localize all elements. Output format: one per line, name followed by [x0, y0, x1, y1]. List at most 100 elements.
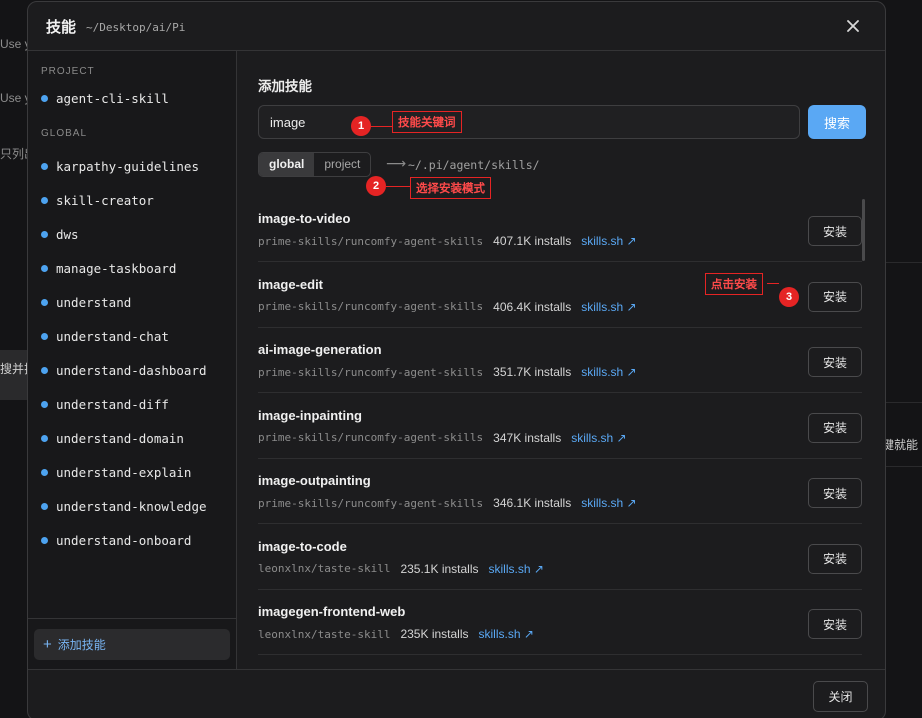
- install-button[interactable]: 安装: [808, 216, 862, 246]
- skill-source: leonxlnx/taste-skill: [258, 562, 391, 575]
- add-skill-panel: 添加技能 搜索 1 技能关键词 global project ⟶ ~/.pi/a…: [238, 51, 885, 669]
- sidebar-item-label: agent-cli-skill: [56, 90, 169, 106]
- panel-title: 添加技能: [258, 79, 312, 94]
- install-button[interactable]: 安装: [808, 412, 862, 443]
- skill-source: leonxlnx/taste-skill: [258, 627, 391, 641]
- annotation-badge-3: 3: [779, 287, 799, 307]
- sidebar-item-label: understand-chat: [56, 328, 169, 344]
- sidebar-item-skill-creator[interactable]: skill-creator: [41, 190, 154, 210]
- install-button[interactable]: 安装: [808, 347, 862, 377]
- install-count: 347K installs: [493, 430, 562, 445]
- section-label-global: GLOBAL: [41, 128, 88, 139]
- skill-meta: prime-skills/runcomfy-agent-skills 346.1K…: [258, 496, 637, 510]
- install-count: 351.7K installs: [493, 365, 572, 379]
- install-button[interactable]: 安装: [808, 543, 862, 574]
- modal-path: ~/Desktop/ai/Pi: [86, 20, 186, 34]
- skills-sh-link[interactable]: skills.sh ↗: [581, 234, 636, 248]
- sidebar-footer: + 添加技能: [28, 618, 237, 669]
- install-button[interactable]: 安装: [808, 478, 862, 508]
- add-skill-button[interactable]: + 添加技能: [34, 629, 230, 660]
- status-dot: [41, 502, 48, 510]
- result-row: image-outpainting prime-skills/runcomfy-a…: [258, 459, 862, 524]
- install-button[interactable]: 安装: [808, 281, 862, 312]
- arrow-right-icon: ⟶: [386, 155, 407, 171]
- skill-source: prime-skills/runcomfy-agent-skills: [258, 234, 484, 248]
- sidebar-item-label: understand-knowledge: [56, 498, 207, 514]
- annotation-line: [386, 186, 410, 187]
- skill-source: prime-skills/runcomfy-agent-skills: [258, 431, 484, 444]
- install-count: 346.1K installs: [493, 496, 572, 510]
- skill-meta: leonxlnx/taste-skill 235.1K installs skill…: [258, 562, 544, 576]
- add-skill-label: 添加技能: [57, 638, 106, 652]
- skill-source: prime-skills/runcomfy-agent-skills: [258, 300, 484, 313]
- sidebar-item-label: dws: [56, 226, 79, 242]
- skill-meta: prime-skills/runcomfy-agent-skills 347K i…: [258, 431, 627, 445]
- install-count: 235.1K installs: [400, 561, 479, 576]
- modal-title: 技能: [46, 18, 77, 36]
- skills-sh-link[interactable]: skills.sh ↗: [581, 300, 636, 314]
- search-input[interactable]: [258, 105, 800, 139]
- section-label-project: PROJECT: [41, 66, 95, 77]
- skills-sh-link[interactable]: skills.sh ↗: [489, 562, 544, 576]
- skill-name: image-edit: [258, 276, 324, 292]
- sidebar-item-manage-taskboard[interactable]: manage-taskboard: [41, 258, 176, 278]
- skills-sh-link[interactable]: skills.sh ↗: [581, 496, 636, 510]
- sidebar-item-understand-dashboard[interactable]: understand-dashboard: [41, 360, 207, 380]
- sidebar-item-label: understand: [56, 294, 132, 310]
- skill-meta: leonxlnx/taste-skill 235K installs skills.…: [258, 627, 534, 641]
- result-row: imagegen-frontend-web leonxlnx/taste-skil…: [258, 590, 862, 655]
- sidebar-item-label: skill-creator: [56, 192, 154, 208]
- status-dot: [41, 94, 48, 102]
- annotation-line: [767, 283, 779, 284]
- sidebar-item-agent-cli-skill[interactable]: agent-cli-skill: [41, 88, 169, 108]
- status-dot: [41, 196, 48, 204]
- sidebar-item-understand-explain[interactable]: understand-explain: [41, 462, 191, 482]
- skill-meta: prime-skills/runcomfy-agent-skills 351.7K…: [258, 365, 637, 379]
- skill-name: image-to-video: [258, 211, 351, 226]
- status-dot: [41, 298, 48, 306]
- skill-source: prime-skills/runcomfy-agent-skills: [258, 365, 484, 379]
- result-row: image-to-video prime-skills/runcomfy-agen…: [258, 197, 862, 262]
- sidebar-item-understand-knowledge[interactable]: understand-knowledge: [41, 496, 207, 516]
- result-row: image-edit prime-skills/runcomfy-agent-sk…: [258, 263, 862, 328]
- annotation-line: [371, 126, 392, 127]
- scope-option-project[interactable]: project: [314, 153, 370, 176]
- status-dot: [41, 434, 48, 442]
- skill-name: image-inpainting: [258, 407, 362, 423]
- scope-option-global[interactable]: global: [259, 153, 315, 176]
- install-count: 235K installs: [400, 627, 469, 641]
- close-button[interactable]: 关闭: [813, 681, 868, 712]
- install-count: 407.1K installs: [493, 234, 572, 248]
- sidebar-item-understand-domain[interactable]: understand-domain: [41, 428, 184, 448]
- search-button[interactable]: 搜索: [808, 105, 866, 139]
- skills-sh-link[interactable]: skills.sh ↗: [571, 431, 626, 445]
- install-button[interactable]: 安装: [808, 609, 862, 639]
- sidebar-item-dws[interactable]: dws: [41, 224, 79, 244]
- status-dot: [41, 468, 48, 476]
- skills-sidebar: PROJECT agent-cli-skill GLOBAL karpathy-…: [28, 51, 237, 669]
- install-count: 406.4K installs: [493, 299, 572, 314]
- background-divider: [880, 466, 922, 467]
- install-path: ~/.pi/agent/skills/: [408, 158, 540, 172]
- skills-sh-link[interactable]: skills.sh ↗: [479, 627, 534, 641]
- sidebar-item-understand[interactable]: understand: [41, 292, 131, 312]
- skill-name: image-to-code: [258, 538, 347, 554]
- skill-source: prime-skills/runcomfy-agent-skills: [258, 496, 484, 510]
- result-row: image-to-code leonxlnx/taste-skill 235.1K …: [258, 525, 862, 590]
- skill-meta: prime-skills/runcomfy-agent-skills 407.1K…: [258, 234, 637, 248]
- sidebar-item-karpathy-guidelines[interactable]: karpathy-guidelines: [41, 156, 199, 176]
- close-icon[interactable]: [843, 16, 863, 36]
- skill-name: ai-image-generation: [258, 342, 382, 357]
- results-scrollbar[interactable]: [862, 199, 865, 261]
- sidebar-item-understand-diff[interactable]: understand-diff: [41, 394, 169, 414]
- annotation-label-2: 选择安装模式: [410, 177, 491, 199]
- sidebar-item-label: understand-onboard: [56, 532, 192, 548]
- skill-meta: prime-skills/runcomfy-agent-skills 406.4K…: [258, 300, 637, 314]
- skills-sh-link[interactable]: skills.sh ↗: [581, 365, 636, 379]
- background-divider: [880, 262, 922, 263]
- sidebar-item-understand-onboard[interactable]: understand-onboard: [41, 530, 191, 550]
- status-dot: [41, 536, 48, 544]
- sidebar-item-label: understand-domain: [56, 430, 184, 446]
- result-row: ai-image-generation prime-skills/runcomfy…: [258, 328, 862, 393]
- sidebar-item-understand-chat[interactable]: understand-chat: [41, 326, 169, 346]
